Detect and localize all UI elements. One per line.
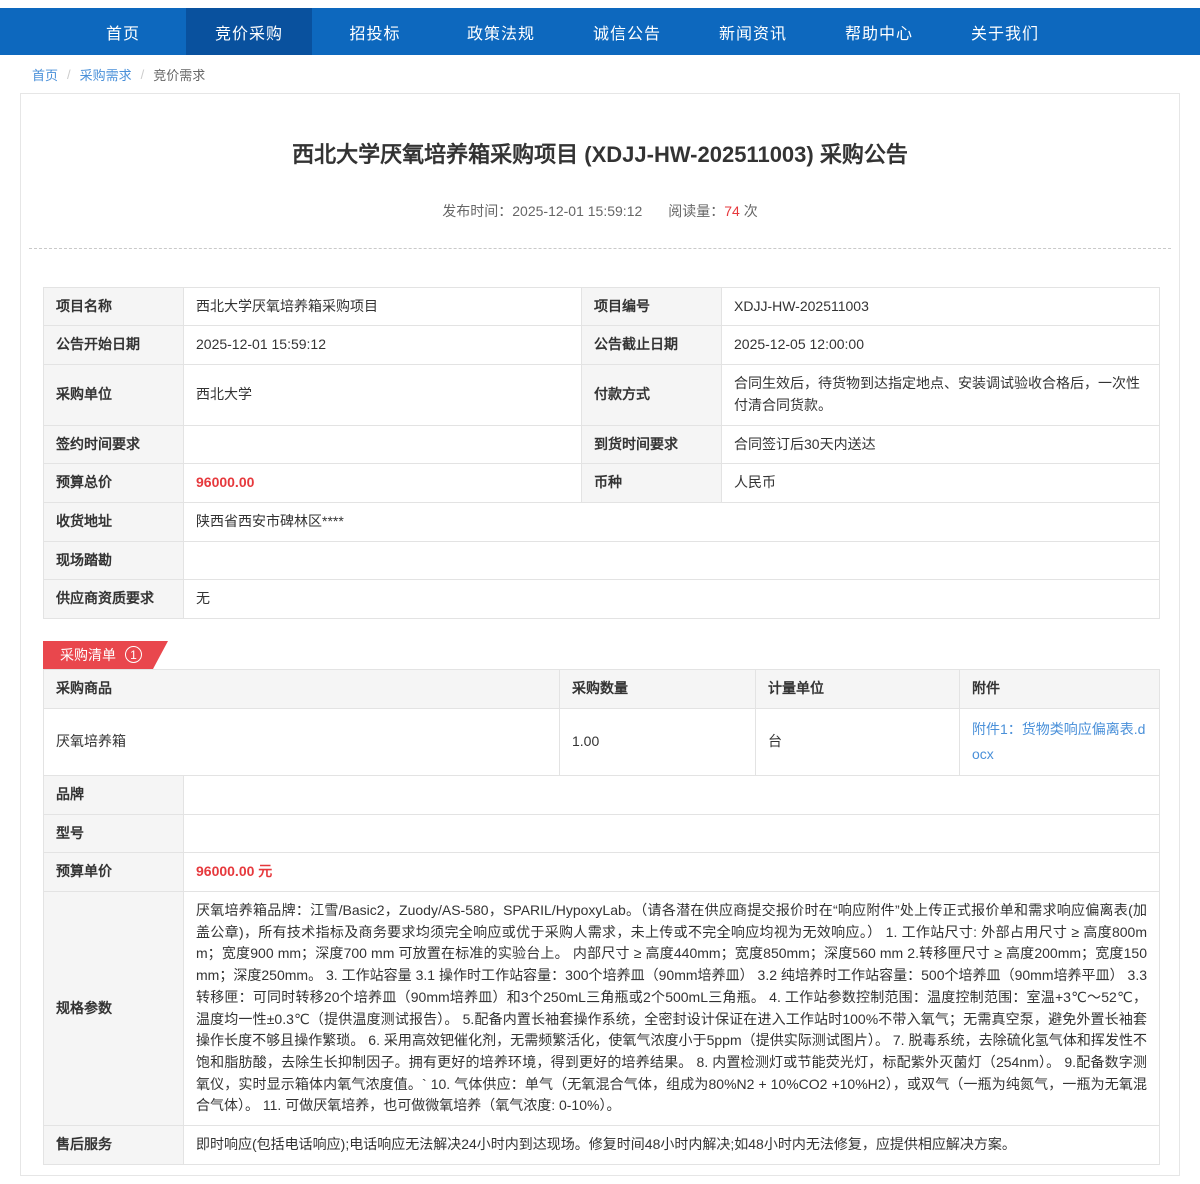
table-row: 供应商资质要求 无	[44, 580, 1160, 619]
label-purchasing-unit: 采购单位	[44, 365, 184, 425]
views-unit: 次	[744, 203, 758, 219]
value-after-sales-service: 即时响应(包括电话响应);电话响应无法解决24小时内到达现场。修复时间48小时内…	[184, 1125, 1160, 1164]
table-row: 签约时间要求 到货时间要求 合同签订后30天内送达	[44, 425, 1160, 464]
table-row: 公告开始日期 2025-12-01 15:59:12 公告截止日期 2025-1…	[44, 326, 1160, 365]
purchase-list-badge-label: 采购清单	[60, 645, 116, 665]
table-row: 现场踏勘	[44, 541, 1160, 580]
page-title: 西北大学厌氧培养箱采购项目 (XDJJ-HW-202511003) 采购公告	[81, 140, 1119, 171]
table-row: 采购单位 西北大学 付款方式 合同生效后，待货物到达指定地点、安装调试验收合格后…	[44, 365, 1160, 425]
announcement-card: 西北大学厌氧培养箱采购项目 (XDJJ-HW-202511003) 采购公告 发…	[20, 93, 1180, 1176]
value-purchasing-unit: 西北大学	[184, 365, 582, 425]
value-specifications: 厌氧培养箱品牌：江雪/Basic2，Zuody/AS-580，SPARIL/Hy…	[184, 892, 1160, 1126]
label-total-budget: 预算总价	[44, 464, 184, 503]
label-signing-time: 签约时间要求	[44, 425, 184, 464]
table-row: 型号	[44, 814, 1160, 853]
value-site-survey	[184, 541, 1160, 580]
breadcrumb-separator: /	[141, 67, 145, 82]
value-project-name: 西北大学厌氧培养箱采购项目	[184, 287, 582, 326]
publish-time-label: 发布时间：	[442, 203, 512, 219]
value-end-date: 2025-12-05 12:00:00	[722, 326, 1160, 365]
value-delivery-address: 陕西省西安市碑林区****	[184, 502, 1160, 541]
breadcrumb-purchase-demand[interactable]: 采购需求	[80, 65, 132, 84]
label-project-number: 项目编号	[582, 287, 722, 326]
dashed-divider	[29, 248, 1171, 249]
label-brand: 品牌	[44, 776, 184, 815]
table-row: 售后服务 即时响应(包括电话响应);电话响应无法解决24小时内到达现场。修复时间…	[44, 1125, 1160, 1164]
table-row: 厌氧培养箱 1.00 台 附件1：货物类响应偏离表.docx	[44, 708, 1160, 775]
table-header-row: 采购商品 采购数量 计量单位 附件	[44, 669, 1160, 708]
goods-table: 采购商品 采购数量 计量单位 附件 厌氧培养箱 1.00 台 附件1：货物类响应…	[43, 669, 1160, 776]
value-start-date: 2025-12-01 15:59:12	[184, 326, 582, 365]
views-label: 阅读量：	[668, 203, 724, 219]
nav-item-help[interactable]: 帮助中心	[816, 8, 942, 55]
table-row: 收货地址 陕西省西安市碑林区****	[44, 502, 1160, 541]
purchase-list-count-badge: 1	[125, 646, 142, 663]
project-info-table: 项目名称 西北大学厌氧培养箱采购项目 项目编号 XDJJ-HW-20251100…	[43, 287, 1160, 619]
value-total-budget: 96000.00	[184, 464, 582, 503]
value-model	[184, 814, 1160, 853]
nav-item-about[interactable]: 关于我们	[942, 8, 1068, 55]
table-row: 预算总价 96000.00 币种 人民币	[44, 464, 1160, 503]
nav-item-tender[interactable]: 招投标	[312, 8, 438, 55]
views-count: 74	[724, 203, 740, 219]
breadcrumb-separator: /	[67, 67, 71, 82]
publish-meta: 发布时间：2025-12-01 15:59:12 阅读量：74 次	[21, 201, 1179, 221]
label-site-survey: 现场踏勘	[44, 541, 184, 580]
value-delivery-time: 合同签订后30天内送达	[722, 425, 1160, 464]
main-nav: 首页 竞价采购 招投标 政策法规 诚信公告 新闻资讯 帮助中心 关于我们	[0, 8, 1200, 55]
value-brand	[184, 776, 1160, 815]
value-currency: 人民币	[722, 464, 1160, 503]
label-specifications: 规格参数	[44, 892, 184, 1126]
purchase-list-header: 采购清单 1	[43, 641, 1157, 669]
label-after-sales-service: 售后服务	[44, 1125, 184, 1164]
label-delivery-time: 到货时间要求	[582, 425, 722, 464]
value-supplier-qualification: 无	[184, 580, 1160, 619]
label-currency: 币种	[582, 464, 722, 503]
label-project-name: 项目名称	[44, 287, 184, 326]
breadcrumb: 首页 / 采购需求 / 竞价需求	[0, 55, 1200, 93]
label-model: 型号	[44, 814, 184, 853]
top-strip	[0, 0, 1200, 8]
label-start-date: 公告开始日期	[44, 326, 184, 365]
label-payment-method: 付款方式	[582, 365, 722, 425]
goods-name: 厌氧培养箱	[44, 708, 560, 775]
table-row: 品牌	[44, 776, 1160, 815]
column-unit: 计量单位	[756, 669, 960, 708]
value-unit-budget-price: 96000.00 元	[184, 853, 1160, 892]
goods-quantity: 1.00	[560, 708, 756, 775]
purchase-list-badge: 采购清单 1	[43, 641, 168, 669]
breadcrumb-current: 竞价需求	[153, 65, 205, 84]
value-project-number: XDJJ-HW-202511003	[722, 287, 1160, 326]
nav-item-policy[interactable]: 政策法规	[438, 8, 564, 55]
nav-item-home[interactable]: 首页	[60, 8, 186, 55]
nav-item-bidding-purchase[interactable]: 竞价采购	[186, 8, 312, 55]
column-attachment: 附件	[960, 669, 1160, 708]
label-unit-budget-price: 预算单价	[44, 853, 184, 892]
table-row: 规格参数 厌氧培养箱品牌：江雪/Basic2，Zuody/AS-580，SPAR…	[44, 892, 1160, 1126]
goods-unit: 台	[756, 708, 960, 775]
goods-detail-table: 品牌 型号 预算单价 96000.00 元 规格参数 厌氧培养箱品牌：江雪/Ba…	[43, 775, 1160, 1165]
table-row: 项目名称 西北大学厌氧培养箱采购项目 项目编号 XDJJ-HW-20251100…	[44, 287, 1160, 326]
breadcrumb-home[interactable]: 首页	[32, 65, 58, 84]
value-signing-time	[184, 425, 582, 464]
label-supplier-qualification: 供应商资质要求	[44, 580, 184, 619]
nav-item-integrity[interactable]: 诚信公告	[564, 8, 690, 55]
column-quantity: 采购数量	[560, 669, 756, 708]
attachment-link[interactable]: 附件1：货物类响应偏离表.docx	[972, 721, 1145, 762]
table-row: 预算单价 96000.00 元	[44, 853, 1160, 892]
nav-item-news[interactable]: 新闻资讯	[690, 8, 816, 55]
label-delivery-address: 收货地址	[44, 502, 184, 541]
publish-time-value: 2025-12-01 15:59:12	[512, 203, 642, 219]
label-end-date: 公告截止日期	[582, 326, 722, 365]
value-payment-method: 合同生效后，待货物到达指定地点、安装调试验收合格后，一次性付清合同货款。	[722, 365, 1160, 425]
column-goods-name: 采购商品	[44, 669, 560, 708]
